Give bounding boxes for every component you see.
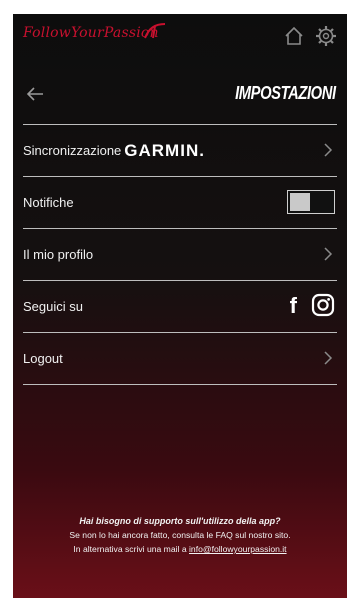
notifications-label: Notifiche (23, 195, 74, 210)
facebook-icon[interactable]: f (290, 294, 297, 318)
top-bar: FollowYourPassion (13, 14, 347, 58)
support-line-2: In alternativa scrivi una mail a info@fo… (13, 542, 347, 556)
support-question: Hai bisogno di supporto sull'utilizzo de… (79, 516, 281, 526)
page-header: IMPOSTAZIONI (13, 74, 347, 114)
brand-logo[interactable]: FollowYourPassion (23, 25, 159, 41)
app-screen: FollowYourPassion IMPOSTAZIONI Sincroniz… (13, 14, 347, 598)
logout-row[interactable]: Logout (23, 332, 337, 385)
follow-row: Seguici su f (23, 280, 337, 332)
settings-list: Sincronizzazione GARMIN. Notifiche Il mi… (23, 124, 337, 385)
logo-swoosh-icon (144, 23, 166, 39)
garmin-sync-row[interactable]: Sincronizzazione GARMIN. (23, 124, 337, 176)
profile-row[interactable]: Il mio profilo (23, 228, 337, 280)
support-line-1: Se non lo hai ancora fatto, consulta le … (69, 530, 291, 540)
support-email-link[interactable]: info@followyourpassion.it (189, 544, 287, 554)
support-line-2-prefix: In alternativa scrivi una mail a (73, 544, 187, 554)
chevron-right-icon (324, 351, 333, 365)
support-footer: Hai bisogno di supporto sull'utilizzo de… (13, 514, 347, 556)
notifications-toggle[interactable] (287, 190, 335, 214)
toggle-knob (290, 193, 310, 211)
page-title: IMPOSTAZIONI (235, 83, 336, 103)
chevron-right-icon (324, 143, 333, 157)
instagram-icon[interactable] (311, 293, 335, 317)
home-icon[interactable] (283, 25, 305, 47)
logout-label: Logout (23, 351, 63, 366)
notifications-row: Notifiche (23, 176, 337, 228)
garmin-logo: GARMIN. (124, 140, 205, 160)
chevron-right-icon (324, 247, 333, 261)
gear-icon[interactable] (315, 25, 337, 47)
arrow-left-icon[interactable] (23, 82, 47, 106)
garmin-sync-label: Sincronizzazione (23, 143, 122, 158)
profile-label: Il mio profilo (23, 247, 94, 262)
follow-label: Seguici su (23, 299, 83, 314)
